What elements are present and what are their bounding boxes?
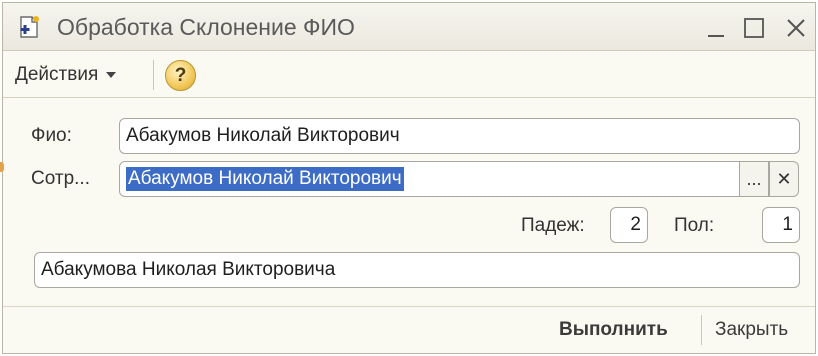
actions-menu-button[interactable]: Действия [11, 60, 120, 90]
fio-input-value: Абакумов Николай Викторович [126, 125, 400, 146]
close-icon[interactable] [783, 15, 809, 41]
title-bar[interactable]: Обработка Склонение ФИО [3, 3, 815, 51]
processing-doc-icon [20, 16, 39, 38]
maximize-icon[interactable] [741, 15, 767, 41]
employee-label: Сотр... [31, 168, 90, 189]
employee-input[interactable]: Абакумов Николай Викторович [119, 161, 740, 197]
clear-icon: ✕ [776, 168, 792, 189]
chevron-down-icon [106, 72, 117, 78]
close-button[interactable]: Закрыть [715, 319, 788, 341]
gender-input-value: 1 [782, 214, 793, 235]
clear-employee-button[interactable]: ✕ [769, 161, 799, 197]
fio-label: Фио: [31, 125, 72, 146]
window-title: Обработка Склонение ФИО [57, 14, 355, 40]
footer-divider [3, 306, 815, 307]
result-field-value: Абакумова Николая Викторовича [41, 259, 336, 280]
fio-input[interactable]: Абакумов Николай Викторович [119, 118, 800, 154]
gender-label: Пол: [674, 215, 715, 236]
employee-input-value: Абакумов Николай Викторович [126, 167, 404, 191]
footer-button-divider [701, 315, 702, 345]
case-input[interactable]: 2 [610, 207, 648, 243]
toolbar-divider [153, 60, 154, 90]
run-button[interactable]: Выполнить [559, 319, 668, 341]
case-input-value: 2 [630, 214, 641, 235]
form-window: Обработка Склонение ФИО Действия ? Фио: … [2, 2, 816, 354]
case-label: Падеж: [521, 215, 585, 236]
actions-menu-label: Действия [15, 64, 99, 85]
select-employee-button[interactable]: ... [739, 161, 769, 197]
gender-input[interactable]: 1 [762, 207, 800, 243]
help-button[interactable]: ? [165, 60, 196, 91]
toolbar: Действия ? [3, 52, 815, 98]
minimize-icon[interactable] [703, 15, 729, 41]
result-field[interactable]: Абакумова Николая Викторовича [34, 252, 800, 288]
edge-marker [0, 162, 4, 172]
